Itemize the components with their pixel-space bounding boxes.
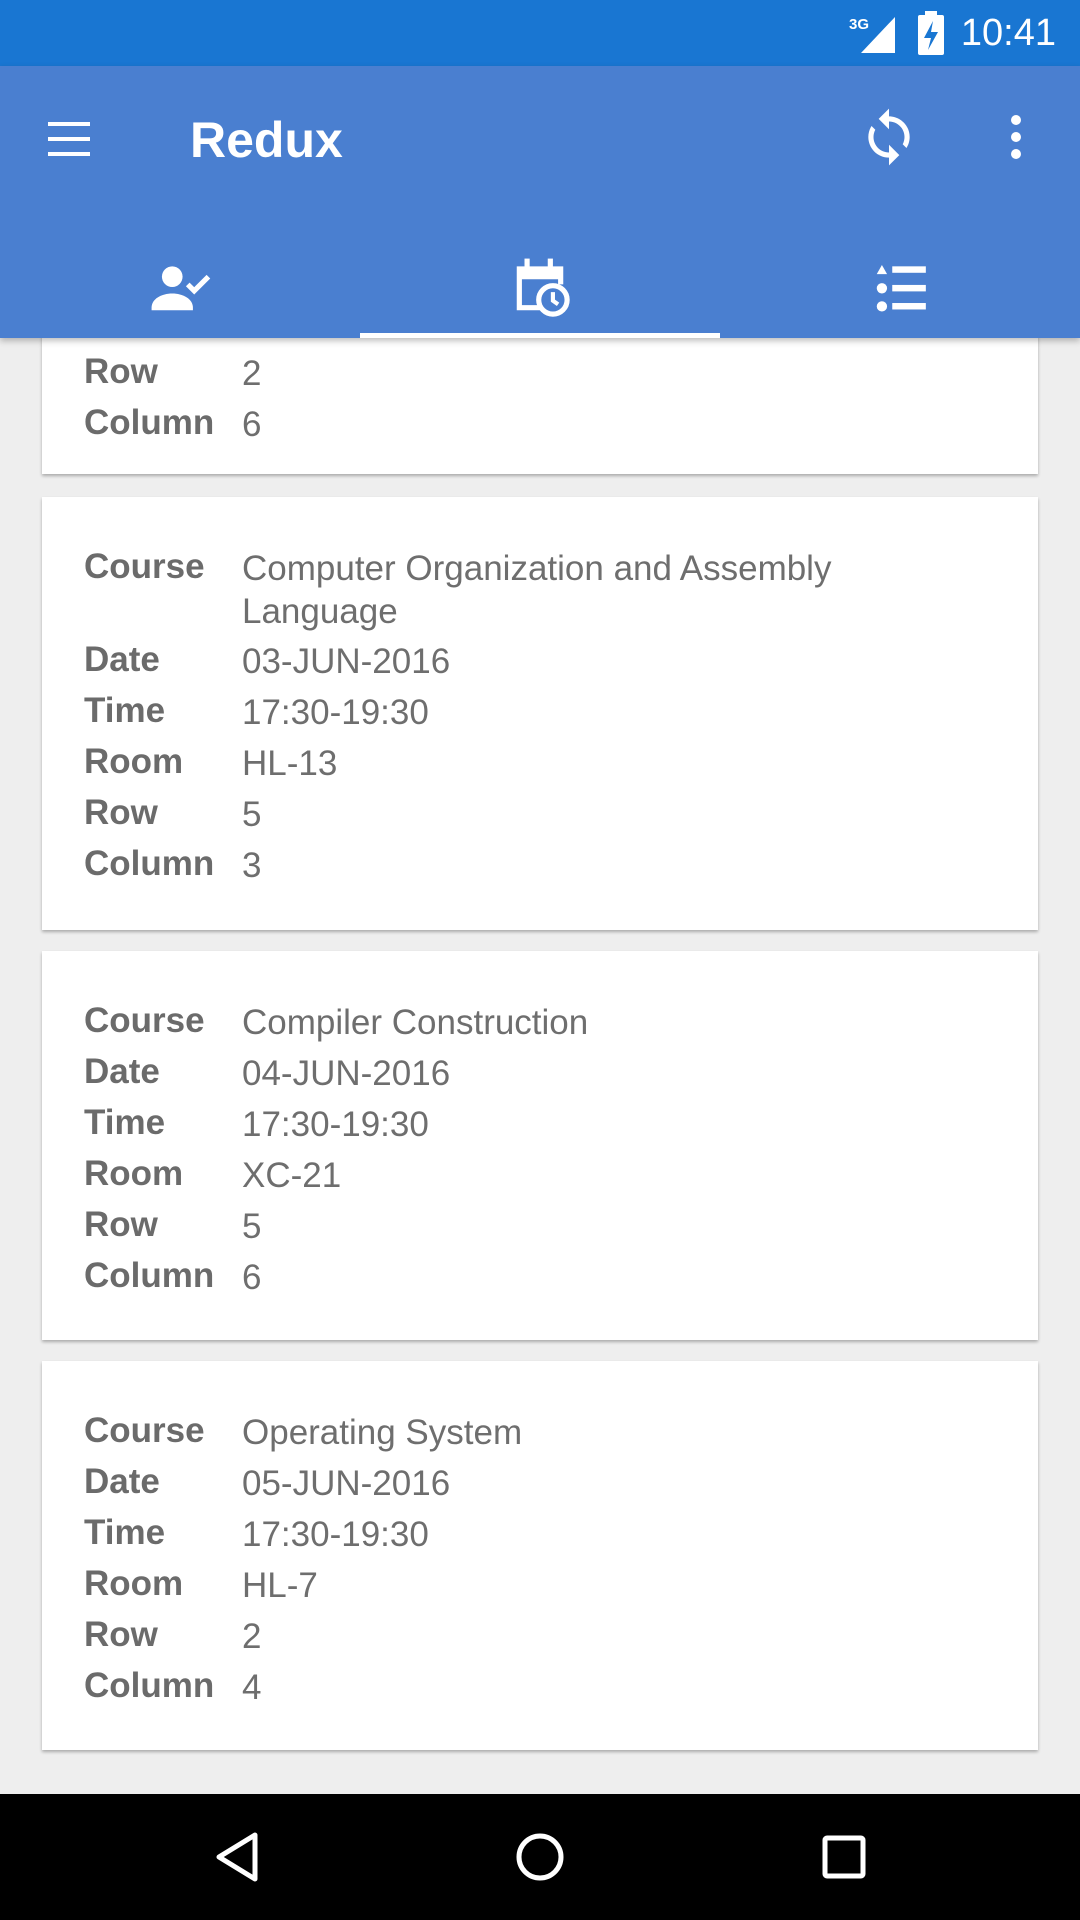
- more-vert-icon: [1011, 115, 1021, 159]
- exam-list[interactable]: Row 2 Column 6 Course Computer Organizat…: [0, 338, 1080, 1794]
- home-button[interactable]: [510, 1827, 570, 1887]
- room-label: Room: [84, 742, 184, 781]
- row-value: 5: [242, 795, 262, 834]
- row-value: 2: [242, 354, 262, 393]
- course-label: Course: [84, 547, 205, 586]
- svg-text:3G: 3G: [849, 16, 869, 33]
- date-label: Date: [84, 1462, 160, 1501]
- exam-card: Course Operating System Date 05-JUN-2016…: [42, 1361, 1038, 1750]
- date-value: 05-JUN-2016: [242, 1464, 451, 1503]
- course-label: Course: [84, 1001, 205, 1040]
- column-label: Column: [84, 1666, 215, 1705]
- tab-exam-schedule[interactable]: [360, 236, 720, 338]
- time-label: Time: [84, 1103, 166, 1142]
- exam-card: Course Compiler Construction Date 04-JUN…: [42, 951, 1038, 1340]
- room-label: Room: [84, 1154, 184, 1193]
- date-label: Date: [84, 1052, 160, 1091]
- column-value: 3: [242, 846, 262, 885]
- sync-button[interactable]: [858, 106, 920, 168]
- time-value: 17:30-19:30: [242, 1515, 429, 1554]
- time-value: 17:30-19:30: [242, 1105, 429, 1144]
- battery-charging-icon: [917, 11, 944, 55]
- date-value: 04-JUN-2016: [242, 1054, 451, 1093]
- row-label: Row: [84, 793, 158, 832]
- navigation-bar: [0, 1794, 1080, 1920]
- time-label: Time: [84, 691, 166, 730]
- exam-card: Course Computer Organization and Assembl…: [42, 497, 1038, 930]
- date-value: 03-JUN-2016: [242, 642, 451, 681]
- calendar-clock-icon: [516, 258, 570, 317]
- column-value: 6: [242, 1258, 262, 1297]
- status-bar: 3G 10:41: [0, 0, 1080, 66]
- column-value: 6: [242, 405, 262, 444]
- date-label: Date: [84, 640, 160, 679]
- row-value: 5: [242, 1207, 262, 1246]
- row-label: Row: [84, 1205, 158, 1244]
- exam-card: Row 2 Column 6: [42, 338, 1038, 474]
- app-title: Redux: [190, 112, 343, 168]
- app-bar: Redux: [0, 66, 1080, 338]
- column-label: Column: [84, 844, 215, 883]
- back-button[interactable]: [207, 1827, 267, 1887]
- recents-icon: [822, 1835, 866, 1879]
- status-clock: 10:41: [960, 11, 1056, 54]
- toolbar: Redux: [0, 66, 1080, 216]
- course-label: Course: [84, 1411, 205, 1450]
- list-icon: [876, 265, 926, 312]
- course-value: Operating System: [242, 1413, 523, 1452]
- tab-results-list[interactable]: [720, 236, 1080, 338]
- time-label: Time: [84, 1513, 166, 1552]
- tab-bar: [0, 236, 1080, 338]
- signal-3g-icon: 3G: [849, 16, 895, 53]
- tab-attendance[interactable]: [0, 236, 360, 338]
- row-label: Row: [84, 352, 158, 391]
- column-label: Column: [84, 403, 215, 442]
- row-label: Row: [84, 1615, 158, 1654]
- time-value: 17:30-19:30: [242, 693, 429, 732]
- back-icon: [216, 1832, 258, 1882]
- sync-icon: [868, 108, 910, 166]
- course-value: Compiler Construction: [242, 1003, 589, 1042]
- menu-button[interactable]: [40, 114, 100, 164]
- column-value: 4: [242, 1668, 262, 1707]
- room-label: Room: [84, 1564, 184, 1603]
- more-options-button[interactable]: [996, 106, 1036, 168]
- room-value: HL-13: [242, 744, 338, 783]
- row-value: 2: [242, 1617, 262, 1656]
- menu-icon: [48, 122, 90, 156]
- room-value: HL-7: [242, 1566, 318, 1605]
- room-value: XC-21: [242, 1156, 342, 1195]
- course-value: Computer Organization and Assembly Langu…: [242, 549, 832, 631]
- recents-button[interactable]: [814, 1827, 874, 1887]
- person-check-icon: [151, 266, 211, 311]
- home-icon: [516, 1833, 564, 1881]
- column-label: Column: [84, 1256, 215, 1295]
